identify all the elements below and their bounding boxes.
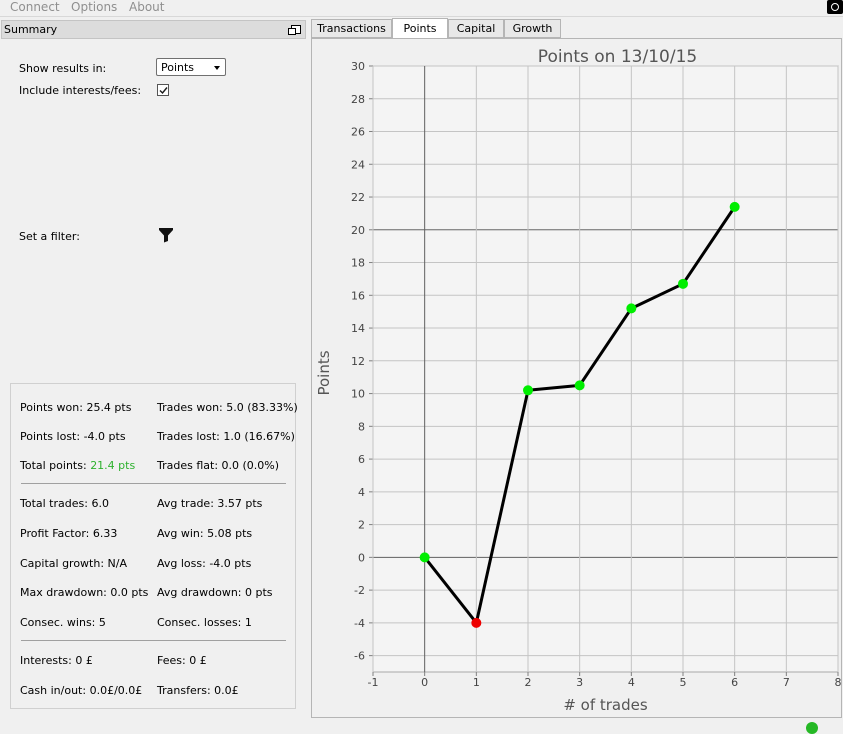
stat-avg-win: Avg win: 5.08 pts [157, 527, 253, 540]
y-tick-label: 12 [351, 355, 365, 368]
y-tick-label: 16 [351, 289, 365, 302]
stat-total-points-label: Total points: [20, 459, 87, 472]
include-fees-label: Include interests/fees: [19, 84, 142, 97]
filter-label: Set a filter: [19, 230, 80, 243]
stat-profit-factor: Profit Factor: 6.33 [20, 527, 118, 540]
y-tick-label: 26 [351, 126, 365, 139]
y-tick-label: 4 [358, 486, 365, 499]
data-point [471, 617, 482, 628]
menu-about[interactable]: About [129, 0, 164, 16]
data-point [729, 201, 740, 212]
stat-capital-growth: Capital growth: N/A [20, 557, 128, 570]
y-tick-label: 28 [351, 93, 365, 106]
stat-transfers: Transfers: 0.0£ [157, 684, 239, 697]
show-results-value: Points [161, 61, 195, 74]
stat-avg-loss: Avg loss: -4.0 pts [157, 557, 252, 570]
show-results-label: Show results in: [19, 62, 107, 75]
y-tick-label: 0 [358, 551, 365, 564]
x-tick-label: -1 [368, 676, 379, 689]
stats-divider [21, 483, 286, 484]
stat-points-lost: Points lost: -4.0 pts [20, 430, 126, 443]
undock-icon[interactable] [288, 25, 301, 35]
x-tick-label: 3 [576, 676, 583, 689]
x-tick-label: 2 [525, 676, 532, 689]
filter-icon[interactable] [158, 227, 174, 243]
stat-interests: Interests: 0 £ [20, 654, 93, 667]
tab-capital[interactable]: Capital [448, 19, 504, 38]
stat-consec-wins: Consec. wins: 5 [20, 616, 106, 629]
x-tick-label: 0 [421, 676, 428, 689]
menu-options[interactable]: Options [71, 0, 117, 16]
y-tick-label: 10 [351, 388, 365, 401]
include-fees-checkbox[interactable] [157, 84, 169, 96]
y-tick-label: 6 [358, 453, 365, 466]
chart-panel: -6 -4 -2 0 2 4 6 8 10 12 14 16 18 20 22 24 26 28 30 -1 0 1 2 3 4… [311, 38, 842, 718]
x-axis-label: # of trades [563, 696, 648, 714]
camera-icon[interactable] [827, 0, 843, 14]
stat-avg-trade: Avg trade: 3.57 pts [157, 497, 263, 510]
y-tick-label: -6 [354, 650, 365, 663]
y-tick-label: 14 [351, 322, 365, 335]
data-point [626, 303, 637, 314]
stat-total-trades: Total trades: 6.0 [20, 497, 109, 510]
show-results-select[interactable]: Points [156, 58, 226, 76]
y-tick-label: 18 [351, 257, 365, 270]
stat-trades-won: Trades won: 5.0 (83.33%) [157, 401, 298, 414]
stat-consec-losses: Consec. losses: 1 [157, 616, 252, 629]
tab-growth[interactable]: Growth [504, 19, 561, 38]
x-tick-label: 6 [731, 676, 738, 689]
stat-max-drawdown: Max drawdown: 0.0 pts [20, 586, 149, 599]
stat-trades-lost: Trades lost: 1.0 (16.67%) [157, 430, 295, 443]
y-tick-label: 8 [358, 420, 365, 433]
x-tick-label: 8 [835, 676, 842, 689]
y-tick-label: 20 [351, 224, 365, 237]
checkmark-icon [159, 87, 168, 95]
stat-total-points: Total points: 21.4 pts [20, 459, 135, 472]
data-point [419, 552, 430, 563]
summary-panel-header: Summary [1, 20, 306, 39]
y-tick-label: -2 [354, 584, 365, 597]
stat-points-won: Points won: 25.4 pts [20, 401, 132, 414]
connection-status-icon [806, 722, 818, 734]
menu-bar: Connect Options About [0, 0, 843, 17]
y-tick-label: 22 [351, 191, 365, 204]
stat-total-points-value: 21.4 pts [90, 459, 136, 472]
x-tick-label: 4 [628, 676, 635, 689]
data-point [574, 380, 585, 391]
y-tick-label: 2 [358, 519, 365, 532]
chart-title: Points on 13/10/15 [538, 47, 697, 67]
stat-avg-drawdown: Avg drawdown: 0 pts [157, 586, 273, 599]
stat-cash-in-out: Cash in/out: 0.0£/0.0£ [20, 684, 143, 697]
tab-points[interactable]: Points [392, 18, 448, 38]
menu-connect[interactable]: Connect [10, 0, 60, 16]
y-axis-label: Points [315, 350, 333, 395]
y-tick-label: -4 [354, 617, 365, 630]
stats-divider [21, 640, 286, 641]
data-point [523, 385, 533, 396]
stats-panel: Points won: 25.4 pts Trades won: 5.0 (83… [10, 383, 298, 709]
tab-transactions[interactable]: Transactions [311, 19, 392, 38]
x-tick-label: 1 [473, 676, 480, 689]
data-point [678, 278, 688, 289]
summary-title: Summary [4, 23, 58, 36]
stat-trades-flat: Trades flat: 0.0 (0.0%) [157, 459, 280, 472]
y-tick-label: 24 [351, 158, 365, 171]
stat-fees: Fees: 0 £ [157, 654, 207, 667]
points-chart: -6-4-2024681012141618202224262830-1 0 1 2 3 4… [315, 47, 842, 714]
x-tick-label: 7 [783, 676, 790, 689]
y-tick-label: 30 [351, 60, 365, 73]
chevron-down-icon [214, 66, 220, 70]
x-tick-label: 5 [680, 676, 687, 689]
